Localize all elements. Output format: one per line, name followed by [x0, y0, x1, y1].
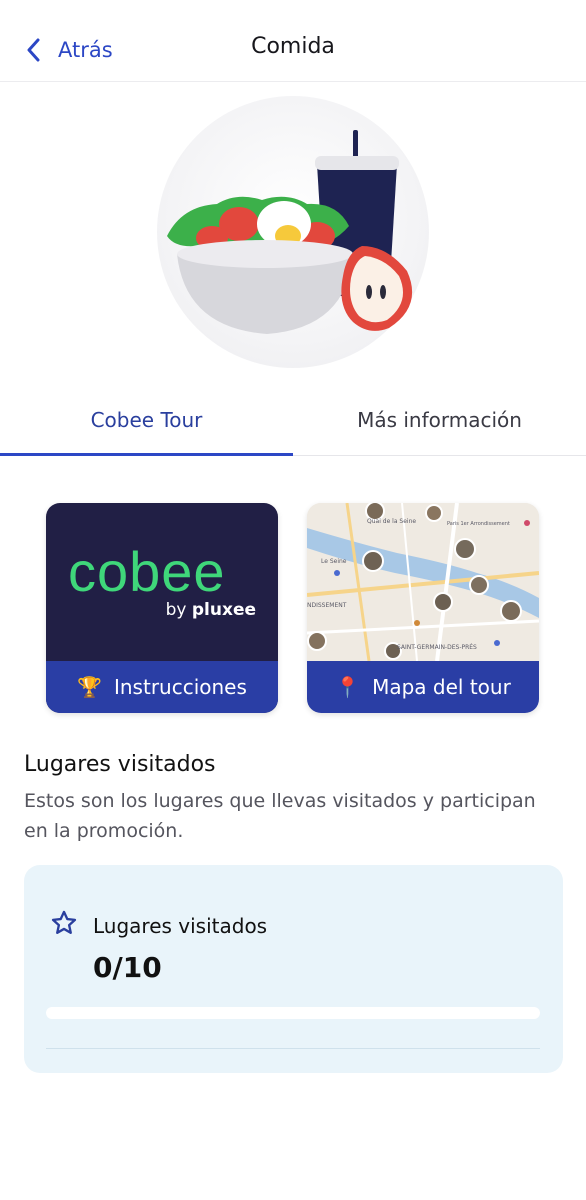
pluxee-brand: pluxee [191, 600, 256, 620]
tour-map-card[interactable]: Quai de la Seine Paris 1er Arrondissemen… [307, 503, 539, 713]
by-prefix: by [165, 600, 187, 620]
visited-places-card: Lugares visitados 0/10 [24, 865, 563, 1073]
instructions-card-footer: 🏆 Instrucciones [46, 661, 278, 713]
visited-places-label: Lugares visitados [93, 914, 268, 938]
tour-map-card-footer: 📍 Mapa del tour [307, 661, 539, 713]
page-title: Comida [251, 34, 335, 59]
map-label-le-seine: Le Seine [321, 558, 347, 565]
tab-bar: Cobee Tour Más información [0, 384, 586, 456]
hero-image [157, 96, 429, 368]
star-icon [51, 910, 77, 934]
progress-bar [46, 1007, 540, 1019]
by-pluxee-label: by pluxee [166, 600, 256, 620]
trophy-icon: 🏆 [77, 675, 102, 699]
instructions-card[interactable]: cobee by pluxee 🏆 Instrucciones [46, 503, 278, 713]
top-bar: Atrás Comida [0, 0, 586, 82]
location-pin-icon: 📍 [335, 675, 361, 699]
visited-places-count: 0/10 [93, 951, 162, 984]
tab-cobee-tour[interactable]: Cobee Tour [0, 384, 293, 456]
tour-map-label: Mapa del tour [372, 675, 511, 699]
map-label-ndissement: NDISSEMENT [307, 602, 347, 609]
section-description: Estos son los lugares que llevas visitad… [24, 790, 536, 842]
cobee-logo: cobee [68, 547, 226, 601]
map-label-quai: Quai de la Seine [367, 518, 416, 525]
map-thumbnail: Quai de la Seine Paris 1er Arrondissemen… [307, 503, 539, 661]
tab-mas-informacion[interactable]: Más información [293, 384, 586, 455]
food-illustration [167, 130, 413, 334]
cobee-logo-text: cobee [68, 547, 226, 601]
map-label-arrondissement: Paris 1er Arrondissement [447, 521, 510, 527]
map-label-saint-germain: SAINT-GERMAIN-DES-PRÉS [397, 643, 477, 651]
divider [46, 1048, 540, 1049]
instructions-label: Instrucciones [113, 675, 247, 699]
section-title: Lugares visitados [24, 752, 216, 777]
